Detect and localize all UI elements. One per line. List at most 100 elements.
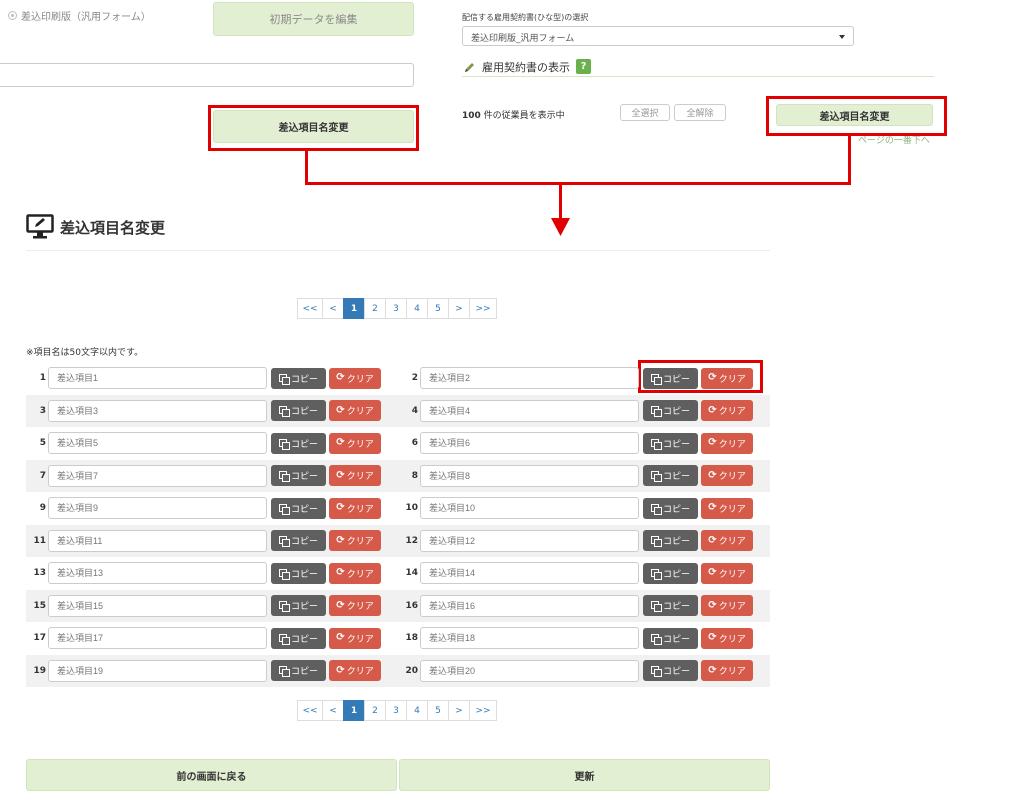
page-1[interactable]: 1 — [343, 298, 365, 319]
page-last[interactable]: >> — [469, 298, 497, 319]
clear-button[interactable]: ⟳ クリア — [329, 432, 381, 454]
form-type-radio[interactable]: 差込印刷版（汎用フォーム） — [8, 8, 151, 23]
copy-button[interactable]: コピー — [271, 497, 326, 519]
field-name-input[interactable] — [48, 529, 267, 552]
page-3[interactable]: 3 — [385, 700, 407, 721]
top-text-input[interactable] — [0, 63, 414, 87]
clear-button[interactable]: ⟳ クリア — [329, 627, 381, 649]
clear-button[interactable]: ⟳ クリア — [329, 660, 381, 682]
copy-button-label: コピー — [662, 407, 690, 418]
copy-button[interactable]: コピー — [643, 497, 698, 519]
page-last[interactable]: >> — [469, 700, 497, 721]
field-name-input[interactable] — [48, 464, 267, 487]
field-name-input[interactable] — [420, 464, 639, 487]
copy-button[interactable]: コピー — [643, 660, 698, 682]
page-3[interactable]: 3 — [385, 298, 407, 319]
template-select-value: 差込印刷版_汎用フォーム — [471, 34, 575, 44]
copy-button[interactable]: コピー — [271, 432, 326, 454]
page-prev[interactable]: < — [322, 700, 344, 721]
copy-button-label: コピー — [290, 602, 318, 613]
page-next[interactable]: > — [448, 700, 470, 721]
update-button[interactable]: 更新 — [399, 759, 770, 791]
field-name-input[interactable] — [48, 562, 267, 585]
field-cell: 18 コピー ⟳クリア — [398, 622, 770, 655]
copy-button[interactable]: コピー — [643, 627, 698, 649]
refresh-icon: ⟳ — [336, 534, 345, 546]
deselect-all-button[interactable]: 全解除 — [674, 104, 726, 121]
clear-button[interactable]: ⟳ クリア — [329, 497, 381, 519]
field-name-input[interactable] — [48, 627, 267, 650]
clear-button[interactable]: ⟳ クリア — [329, 465, 381, 487]
page-first[interactable]: << — [297, 298, 323, 319]
field-name-input[interactable] — [420, 367, 639, 390]
clear-button[interactable]: ⟳ クリア — [329, 367, 381, 389]
clear-button[interactable]: ⟳ クリア — [701, 432, 753, 454]
page-4[interactable]: 4 — [406, 298, 428, 319]
clear-button[interactable]: ⟳ クリア — [701, 497, 753, 519]
copy-button[interactable]: コピー — [271, 562, 326, 584]
clear-button[interactable]: ⟳ クリア — [701, 595, 753, 617]
field-name-input[interactable] — [420, 562, 639, 585]
select-all-button[interactable]: 全選択 — [620, 104, 670, 121]
field-name-input[interactable] — [420, 432, 639, 455]
clear-button[interactable]: ⟳ クリア — [329, 400, 381, 422]
help-icon[interactable]: ? — [576, 59, 591, 74]
page-4[interactable]: 4 — [406, 700, 428, 721]
clear-button[interactable]: ⟳ クリア — [701, 530, 753, 552]
copy-button[interactable]: コピー — [271, 595, 326, 617]
back-button[interactable]: 前の画面に戻る — [26, 759, 397, 791]
page-next[interactable]: > — [448, 298, 470, 319]
page-5[interactable]: 5 — [427, 298, 449, 319]
field-name-input[interactable] — [48, 659, 267, 682]
copy-button-label: コピー — [662, 634, 690, 645]
field-name-input[interactable] — [420, 399, 639, 422]
clear-button[interactable]: ⟳ クリア — [701, 400, 753, 422]
page-2[interactable]: 2 — [364, 298, 386, 319]
copy-button-label: コピー — [290, 504, 318, 515]
copy-button[interactable]: コピー — [643, 562, 698, 584]
clear-button[interactable]: ⟳ クリア — [329, 530, 381, 552]
field-name-input[interactable] — [48, 432, 267, 455]
refresh-icon: ⟳ — [708, 599, 717, 611]
clear-button-label: クリア — [718, 374, 746, 385]
page-first[interactable]: << — [297, 700, 323, 721]
page-1[interactable]: 1 — [343, 700, 365, 721]
clear-button[interactable]: ⟳ クリア — [701, 465, 753, 487]
field-name-input[interactable] — [48, 399, 267, 422]
field-name-input[interactable] — [48, 497, 267, 520]
copy-button[interactable]: コピー — [271, 400, 326, 422]
template-select[interactable]: 差込印刷版_汎用フォーム — [462, 26, 854, 46]
copy-button[interactable]: コピー — [271, 627, 326, 649]
copy-icon — [650, 536, 662, 548]
copy-button[interactable]: コピー — [271, 530, 326, 552]
field-name-input[interactable] — [48, 594, 267, 617]
clear-button[interactable]: ⟳ クリア — [701, 627, 753, 649]
field-name-input[interactable] — [420, 497, 639, 520]
copy-button[interactable]: コピー — [643, 465, 698, 487]
field-name-input[interactable] — [420, 529, 639, 552]
clear-button[interactable]: ⟳ クリア — [329, 595, 381, 617]
clear-button[interactable]: ⟳ クリア — [701, 660, 753, 682]
field-number: 10 — [405, 503, 418, 514]
copy-button-label: コピー — [290, 374, 318, 385]
copy-button[interactable]: コピー — [271, 367, 326, 389]
edit-initial-data-button[interactable]: 初期データを編集 — [213, 2, 414, 36]
page-prev[interactable]: < — [322, 298, 344, 319]
field-name-input[interactable] — [48, 367, 267, 390]
copy-button[interactable]: コピー — [643, 432, 698, 454]
copy-button[interactable]: コピー — [643, 595, 698, 617]
clear-button[interactable]: ⟳ クリア — [329, 562, 381, 584]
clear-button[interactable]: ⟳ クリア — [701, 367, 753, 389]
copy-button[interactable]: コピー — [643, 530, 698, 552]
copy-button[interactable]: コピー — [643, 367, 698, 389]
field-name-input[interactable] — [420, 594, 639, 617]
copy-button[interactable]: コピー — [271, 660, 326, 682]
copy-button[interactable]: コピー — [271, 465, 326, 487]
page-2[interactable]: 2 — [364, 700, 386, 721]
copy-button-label: コピー — [662, 374, 690, 385]
page-5[interactable]: 5 — [427, 700, 449, 721]
clear-button[interactable]: ⟳ クリア — [701, 562, 753, 584]
copy-button[interactable]: コピー — [643, 400, 698, 422]
field-name-input[interactable] — [420, 659, 639, 682]
field-name-input[interactable] — [420, 627, 639, 650]
